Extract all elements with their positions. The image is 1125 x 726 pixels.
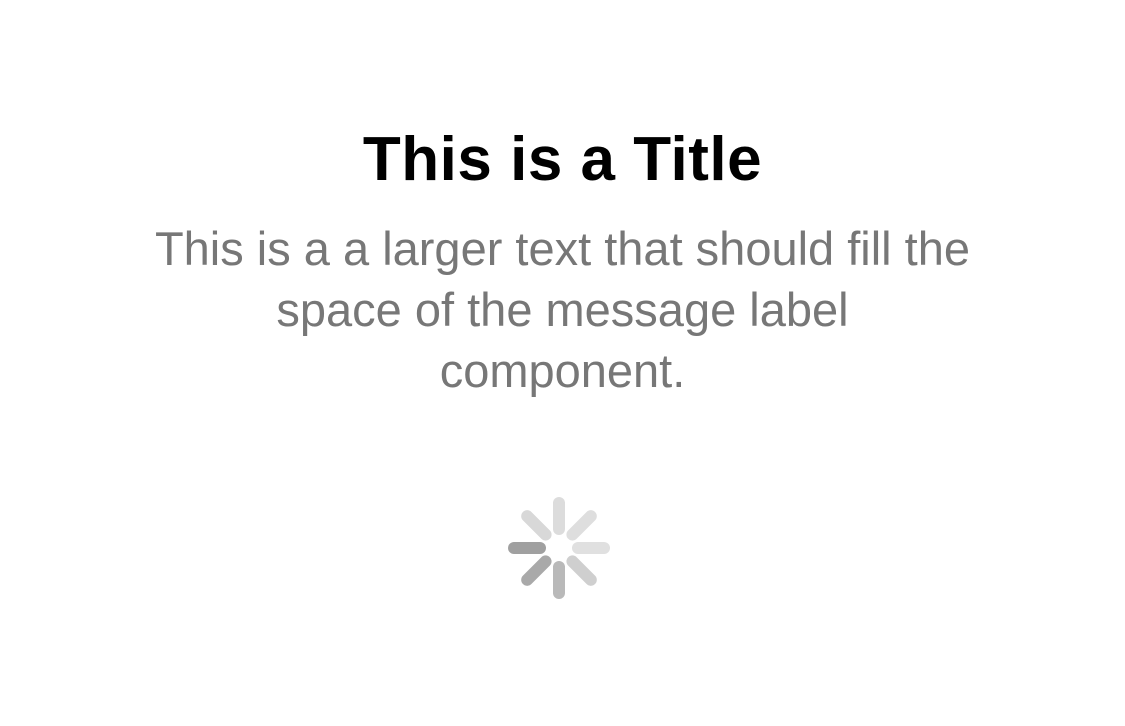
message-label: This is a a larger text that should fill…	[154, 222, 971, 397]
page-title: This is a Title	[362, 125, 763, 194]
activity-indicator-icon	[508, 497, 610, 599]
spinner-spoke	[521, 555, 552, 586]
spinner-spoke	[521, 510, 552, 541]
spinner-spoke	[566, 555, 597, 586]
spinner-spoke	[566, 510, 597, 541]
